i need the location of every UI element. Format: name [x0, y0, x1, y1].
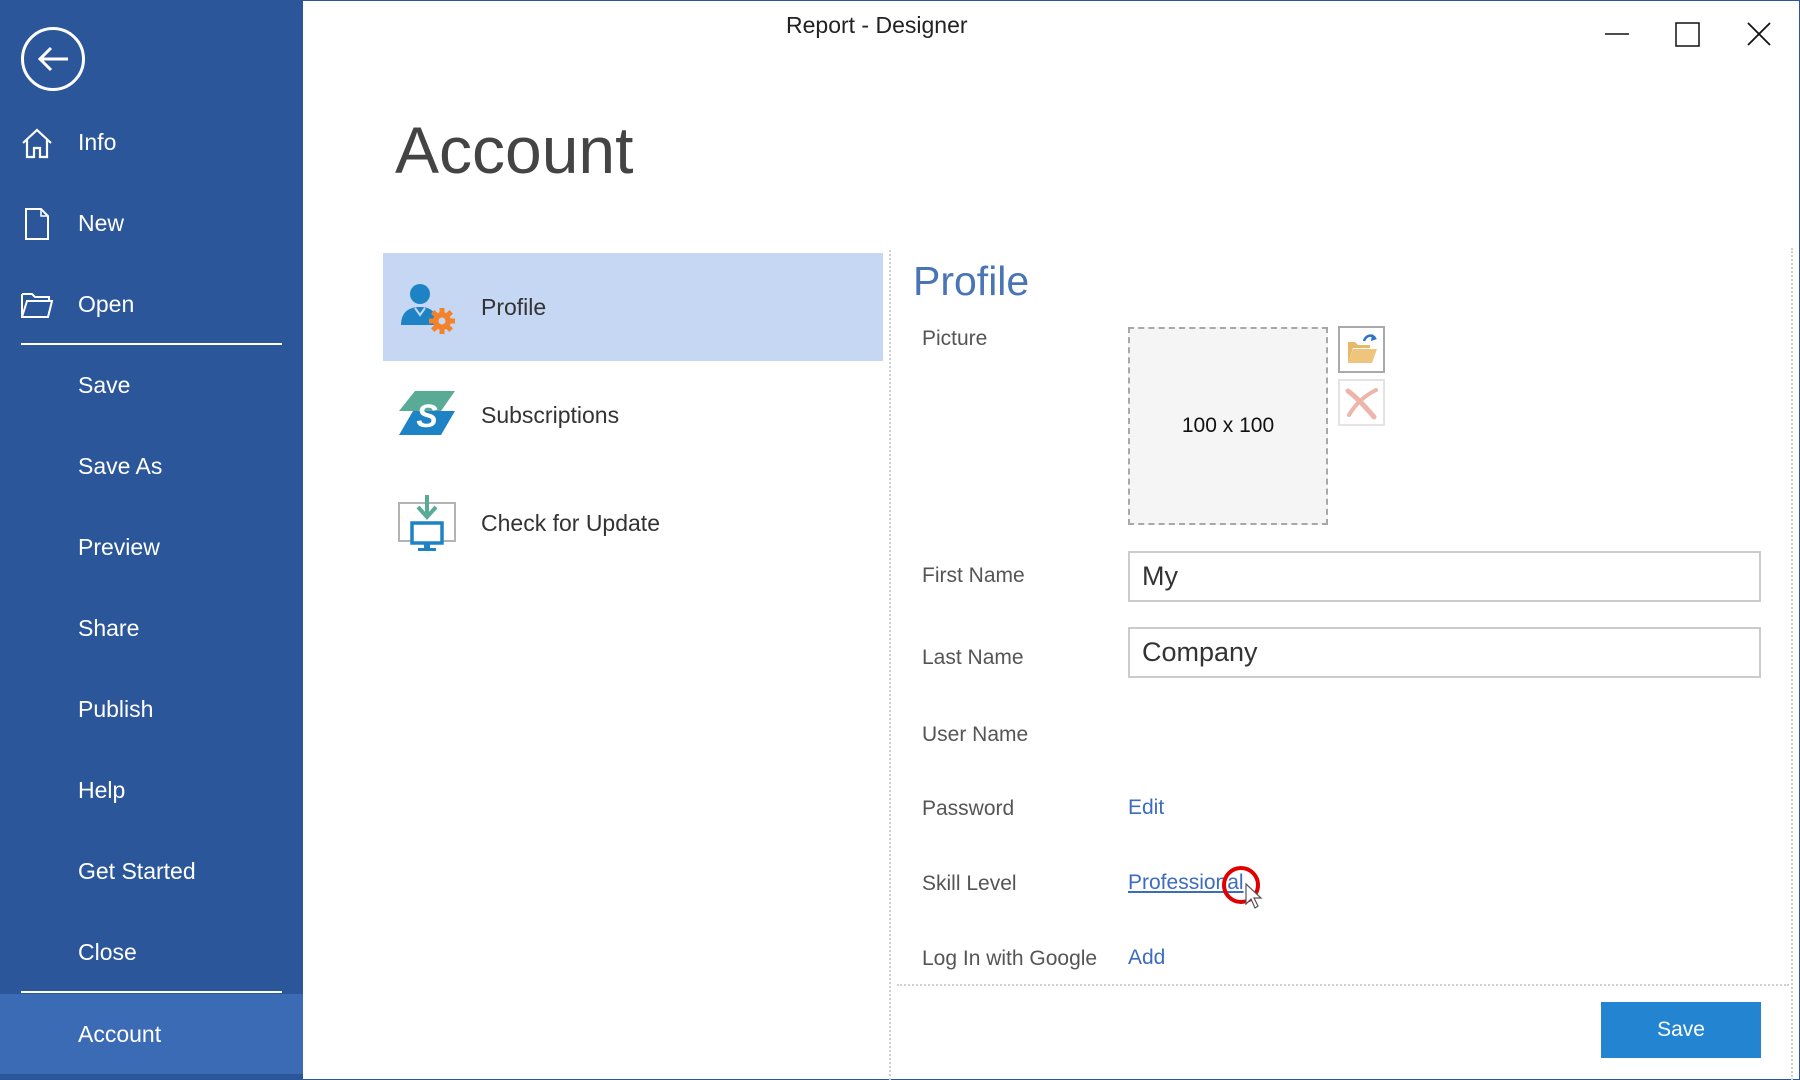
maximize-icon	[1675, 22, 1700, 47]
window-title: Report - Designer	[786, 12, 968, 38]
folder-load-icon	[1348, 334, 1377, 363]
sidebar-item-info[interactable]: Info	[0, 110, 303, 174]
back-button[interactable]	[21, 27, 85, 91]
sidebar-item-label: Save	[78, 372, 131, 398]
sidebar-item-label: New	[78, 210, 125, 236]
sidebar-item-get-started[interactable]: Get Started	[0, 839, 303, 903]
sidebar-item-label: Publish	[78, 696, 154, 722]
load-picture-button[interactable]	[1338, 326, 1385, 373]
footer-divider	[897, 984, 1789, 986]
option-subscriptions[interactable]: S Subscriptions	[383, 361, 883, 469]
section-title: Profile	[913, 258, 1030, 304]
save-button[interactable]: Save	[1601, 1002, 1761, 1058]
first-name-label: First Name	[922, 564, 1025, 587]
option-label: Check for Update	[481, 510, 660, 536]
delete-x-icon	[1345, 388, 1378, 420]
edit-password-link[interactable]: Edit	[1128, 793, 1164, 823]
sidebar-item-open[interactable]: Open	[0, 272, 303, 336]
sidebar-divider	[21, 343, 282, 345]
picture-label: Picture	[922, 327, 988, 350]
svg-text:S: S	[416, 398, 438, 434]
user-name-label: User Name	[922, 723, 1029, 746]
clear-picture-button[interactable]	[1338, 379, 1385, 426]
maximize-button[interactable]	[1665, 12, 1711, 58]
sidebar-item-label: Account	[78, 1021, 162, 1047]
sidebar-divider	[21, 991, 282, 993]
backstage-sidebar: Info New Open Save Save As Preview Share…	[0, 0, 303, 1080]
first-name-input[interactable]: My	[1128, 551, 1761, 602]
sidebar-item-save-as[interactable]: Save As	[0, 434, 303, 498]
google-login-label: Log In with Google	[922, 947, 1098, 970]
download-update-icon	[398, 495, 456, 551]
sidebar-item-account[interactable]: Account	[0, 994, 303, 1074]
picture-placeholder[interactable]: 100 x 100	[1128, 327, 1328, 525]
option-check-for-update[interactable]: Check for Update	[383, 469, 883, 577]
sidebar-item-label: Open	[78, 291, 135, 317]
option-profile[interactable]: Profile	[383, 253, 883, 361]
sidebar-item-label: Close	[78, 939, 137, 965]
document-icon	[25, 208, 49, 240]
sidebar-item-label: Info	[78, 129, 117, 155]
home-icon	[22, 128, 52, 159]
sidebar-item-label: Get Started	[78, 858, 196, 884]
skill-level-label: Skill Level	[922, 872, 1017, 895]
minimize-icon	[1605, 33, 1629, 35]
sidebar-item-label: Preview	[78, 534, 160, 560]
sidebar-item-new[interactable]: New	[0, 191, 303, 255]
folder-open-icon	[21, 293, 54, 318]
panel-divider-right	[1791, 248, 1793, 1080]
sidebar-item-publish[interactable]: Publish	[0, 677, 303, 741]
sidebar-item-preview[interactable]: Preview	[0, 515, 303, 579]
sidebar-item-help[interactable]: Help	[0, 758, 303, 822]
add-google-login-link[interactable]: Add	[1128, 943, 1165, 973]
picture-size-text: 100 x 100	[1181, 414, 1275, 437]
arrow-left-circle-icon	[37, 46, 68, 72]
password-label: Password	[922, 797, 1015, 820]
sidebar-item-label: Share	[78, 615, 140, 641]
last-name-input[interactable]: Company	[1128, 627, 1761, 678]
sidebar-item-label: Save As	[78, 453, 163, 479]
minimize-button[interactable]	[1594, 12, 1640, 58]
sidebar-item-label: Help	[78, 777, 126, 803]
sidebar-item-save[interactable]: Save	[0, 353, 303, 417]
skill-level-link[interactable]: Professional	[1128, 868, 1244, 898]
last-name-label: Last Name	[922, 646, 1024, 669]
option-label: Subscriptions	[481, 402, 620, 428]
page-title: Account	[395, 113, 634, 187]
option-label: Profile	[481, 294, 547, 320]
panel-divider	[889, 250, 891, 1080]
close-icon	[1747, 22, 1771, 46]
sidebar-item-share[interactable]: Share	[0, 596, 303, 660]
subscriptions-icon: S	[399, 391, 455, 435]
sidebar-item-close[interactable]: Close	[0, 920, 303, 984]
profile-settings-icon	[401, 284, 455, 334]
close-button[interactable]	[1736, 12, 1782, 58]
